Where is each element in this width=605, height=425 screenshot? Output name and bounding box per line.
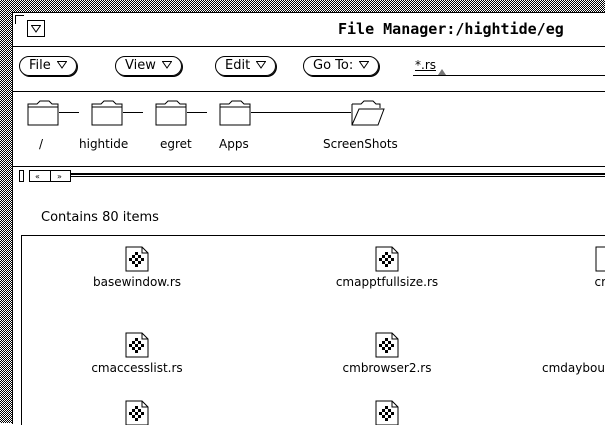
folder-icon[interactable] [219, 98, 251, 126]
triangle-down-icon [256, 61, 267, 69]
file-menu-button[interactable]: File [19, 56, 77, 76]
file-name: cmapptfullsize.rs [335, 275, 439, 289]
file-item[interactable] [62, 400, 212, 425]
edit-menu-label: Edit [225, 58, 251, 73]
control-area: File View Edit Go To: *.rs [13, 47, 605, 92]
title-bar[interactable]: File Manager:/hightide/eg [13, 13, 605, 47]
view-menu-button[interactable]: View [115, 56, 182, 76]
path-label-apps[interactable]: Apps [219, 137, 249, 151]
path-label-root[interactable]: / [39, 137, 43, 151]
raster-file-icon [125, 246, 149, 272]
file-item[interactable]: cmdaybou [542, 332, 605, 375]
file-name: basewindow.rs [92, 275, 182, 289]
path-label-screenshots[interactable]: ScreenShots [323, 137, 398, 151]
file-item[interactable]: basewindow.rs [62, 246, 212, 289]
edit-menu-button[interactable]: Edit [215, 56, 277, 76]
file-pane: basewindow.rs cmapptfullsize.rs cmc c [21, 235, 605, 425]
path-label-hightide[interactable]: hightide [79, 137, 128, 151]
scroll-left-icon[interactable]: « [35, 173, 40, 181]
path-connector [123, 112, 143, 113]
file-item[interactable]: cmbrowser2.rs [312, 332, 462, 375]
filter-input[interactable]: *.rs [415, 58, 436, 72]
goto-menu-button[interactable]: Go To: [303, 56, 380, 76]
raster-file-icon [595, 246, 605, 272]
filter-input-underline [413, 75, 605, 76]
open-folder-icon[interactable] [351, 98, 385, 126]
triangle-down-icon [359, 61, 370, 69]
triangle-down-icon [31, 25, 41, 33]
folder-icon[interactable] [91, 98, 123, 126]
file-item[interactable] [312, 400, 462, 425]
path-connector [59, 112, 79, 113]
path-connector [251, 112, 351, 113]
horizontal-scrollbar[interactable]: « » [13, 167, 605, 185]
file-item[interactable]: cmapptfullsize.rs [312, 246, 462, 289]
triangle-down-icon [56, 61, 67, 69]
folder-icon[interactable] [155, 98, 187, 126]
raster-file-icon [375, 332, 399, 358]
path-label-egret[interactable]: egret [160, 137, 192, 151]
file-name: cmaccesslist.rs [91, 361, 183, 375]
file-manager-window: File Manager:/hightide/eg File View Edit… [12, 12, 605, 425]
view-menu-label: View [125, 58, 156, 73]
raster-file-icon [125, 400, 149, 425]
scrollbar-elevator[interactable]: « » [29, 170, 71, 182]
file-name: cmdaybou [542, 361, 605, 375]
triangle-down-icon [161, 61, 172, 69]
scrollbar-cable-anchor[interactable] [19, 170, 24, 182]
file-menu-label: File [29, 58, 51, 73]
file-name: cmbrowser2.rs [342, 361, 432, 375]
window-menu-button[interactable] [27, 20, 45, 37]
file-item[interactable]: cmc [532, 246, 605, 289]
item-count-status: Contains 80 items [41, 210, 159, 225]
raster-file-icon [375, 246, 399, 272]
resize-corner[interactable] [15, 15, 24, 24]
scroll-right-icon[interactable]: » [57, 173, 62, 181]
file-item[interactable]: cmaccesslist.rs [62, 332, 212, 375]
path-pane: / hightide egret Apps ScreenShots [13, 92, 605, 167]
elevator-divider [50, 171, 51, 181]
folder-icon[interactable] [27, 98, 59, 126]
raster-file-icon [125, 332, 149, 358]
scrollbar-cable[interactable] [71, 173, 605, 177]
goto-menu-label: Go To: [313, 58, 354, 73]
raster-file-icon [375, 400, 399, 425]
path-connector [187, 112, 207, 113]
window-title: File Manager:/hightide/eg [338, 20, 564, 38]
file-name: cmc [594, 275, 605, 289]
